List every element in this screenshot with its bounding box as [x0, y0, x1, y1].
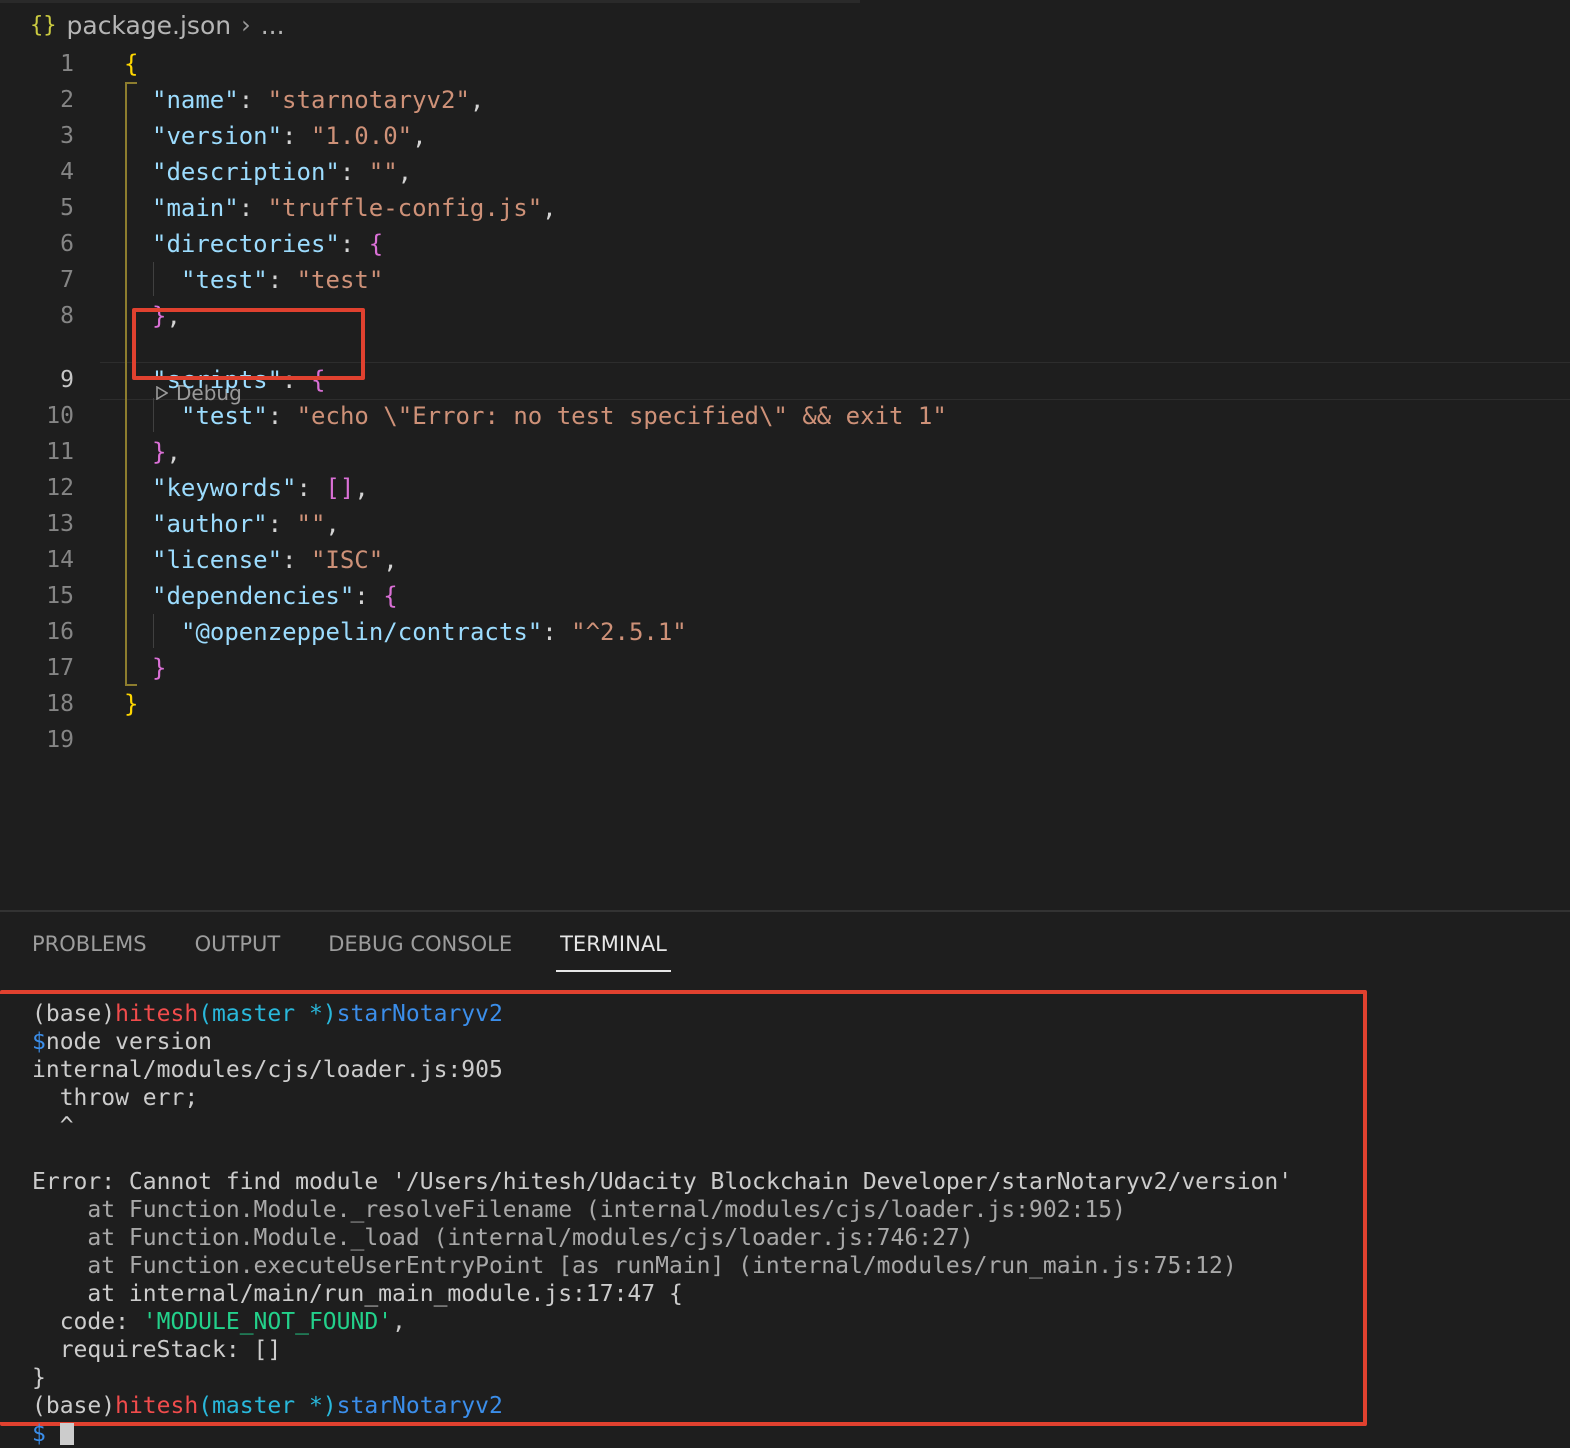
- line-number: 14: [46, 547, 74, 573]
- code-line: 12 "keywords": [],: [0, 470, 1570, 506]
- json-file-icon: {}: [30, 12, 57, 38]
- terminal-line: at Function.executeUserEntryPoint [as ru…: [32, 1253, 1237, 1279]
- code-line: 18 }: [0, 686, 1570, 722]
- code-line: 6 "directories": {: [0, 226, 1570, 262]
- breadcrumb-file-name[interactable]: package.json: [67, 11, 232, 40]
- terminal-line: requireStack: []: [32, 1337, 282, 1363]
- code-line: 14 "license": "ISC",: [0, 542, 1570, 578]
- terminal-line: ^: [32, 1113, 74, 1139]
- code-line: 1 {: [0, 46, 1570, 82]
- terminal-prompt: (base) hitesh (master *) starNotaryv2: [32, 1393, 503, 1419]
- line-number: 10: [46, 403, 74, 429]
- terminal-line: at internal/main/run_main_module.js:17:4…: [32, 1281, 683, 1307]
- code-line: 19: [0, 722, 1570, 758]
- code-line: 16 "@openzeppelin/contracts": "^2.5.1": [0, 614, 1570, 650]
- code-line: 3 "version": "1.0.0",: [0, 118, 1570, 154]
- terminal-line: throw err;: [32, 1085, 199, 1111]
- code-line: 11 },: [0, 434, 1570, 470]
- tab-debug-console[interactable]: DEBUG CONSOLE: [328, 932, 512, 972]
- terminal-line: at Function.Module._resolveFilename (int…: [32, 1197, 1126, 1223]
- line-number: 1: [60, 51, 74, 77]
- breadcrumb: {} package.json › ...: [30, 8, 285, 42]
- breadcrumb-ellipsis[interactable]: ...: [261, 11, 285, 40]
- line-number: 18: [46, 691, 74, 717]
- code-line: 2 "name": "starnotaryv2",: [0, 82, 1570, 118]
- line-number: 13: [46, 511, 74, 537]
- line-number: 6: [60, 231, 74, 257]
- panel-divider[interactable]: [0, 910, 1570, 912]
- code-line: 15 "dependencies": {: [0, 578, 1570, 614]
- terminal-command: $ node version: [32, 1029, 213, 1055]
- line-number: 7: [60, 267, 74, 293]
- code-line: 4 "description": "",: [0, 154, 1570, 190]
- line-number: 19: [46, 727, 74, 753]
- tab-output[interactable]: OUTPUT: [195, 932, 281, 972]
- line-number: 15: [46, 583, 74, 609]
- code-line: 7 "test": "test": [0, 262, 1570, 298]
- code-line: 5 "main": "truffle-config.js",: [0, 190, 1570, 226]
- editor-tab-strip-border: [0, 0, 860, 3]
- tab-problems[interactable]: PROBLEMS: [32, 932, 147, 972]
- tab-terminal[interactable]: TERMINAL: [556, 932, 671, 972]
- panel-tabs: PROBLEMS OUTPUT DEBUG CONSOLE TERMINAL: [32, 932, 671, 972]
- terminal-line: internal/modules/cjs/loader.js:905: [32, 1057, 503, 1083]
- line-number: 17: [46, 655, 74, 681]
- chevron-right-icon: ›: [241, 11, 251, 39]
- line-number: 2: [60, 87, 74, 113]
- line-number: 12: [46, 475, 74, 501]
- code-line: 10 "test": "echo \"Error: no test specif…: [0, 398, 1570, 434]
- terminal-line: code: 'MODULE_NOT_FOUND',: [32, 1309, 406, 1335]
- line-number: 3: [60, 123, 74, 149]
- terminal-line: }: [32, 1365, 46, 1391]
- terminal-cursor: [59, 1423, 74, 1445]
- line-number: 4: [60, 159, 74, 185]
- line-number: 9: [60, 367, 74, 393]
- annotation-highlight-box: [132, 308, 365, 380]
- code-line: 17 }: [0, 650, 1570, 686]
- terminal-line: at Function.Module._load (internal/modul…: [32, 1225, 974, 1251]
- line-number: 5: [60, 195, 74, 221]
- line-number: 11: [46, 439, 74, 465]
- code-line: 13 "author": "",: [0, 506, 1570, 542]
- line-number: 8: [60, 303, 74, 329]
- terminal-input-line[interactable]: $: [32, 1420, 74, 1448]
- line-number: 16: [46, 619, 74, 645]
- terminal-prompt: (base) hitesh (master *) starNotaryv2: [32, 1001, 503, 1027]
- terminal-line: Error: Cannot find module '/Users/hitesh…: [32, 1169, 1293, 1195]
